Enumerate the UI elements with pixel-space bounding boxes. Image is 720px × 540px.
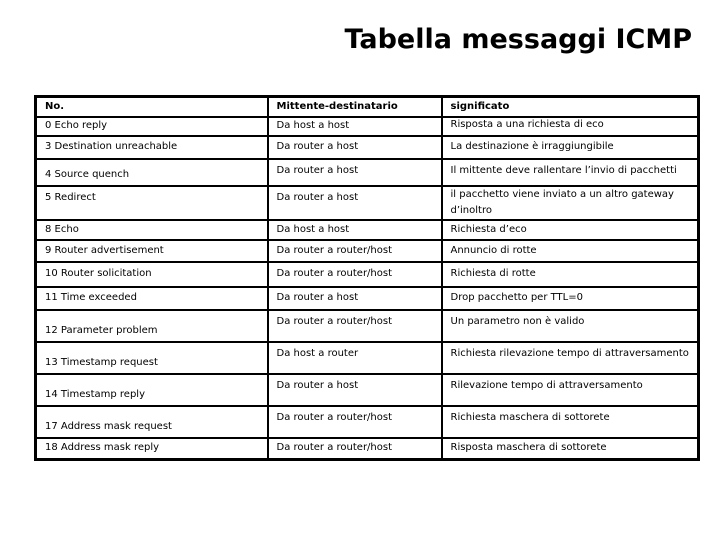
cell-meaning: Un parametro non è valido bbox=[440, 308, 700, 343]
cell-meaning: Richiesta rilevazione tempo di attravers… bbox=[440, 340, 700, 375]
cell-direction: Da host a router bbox=[266, 340, 443, 375]
cell-direction: Da router a router/host bbox=[266, 260, 443, 288]
cell-type: 18 Address mask reply bbox=[34, 436, 269, 461]
cell-meaning: Richiesta di rotte bbox=[440, 260, 700, 288]
table-row: 13 Timestamp request Da host a router Ri… bbox=[34, 340, 700, 375]
table-row: 9 Router advertisement Da router a route… bbox=[34, 238, 700, 263]
cell-meaning: Il mittente deve rallentare l’invio di p… bbox=[440, 157, 700, 187]
cell-direction: Da router a host bbox=[266, 372, 443, 407]
cell-meaning-text: Rilevazione tempo di attraversamento bbox=[450, 379, 643, 391]
cell-type: 10 Router solicitation bbox=[34, 260, 269, 288]
cell-type-text: 5 Redirect bbox=[45, 191, 96, 203]
table-row: 5 Redirect Da router a host il pacchetto… bbox=[34, 184, 700, 221]
table-row: 10 Router solicitation Da router a route… bbox=[34, 260, 700, 288]
table-row: 14 Timestamp reply Da router a host Rile… bbox=[34, 372, 700, 407]
table-row: 18 Address mask reply Da router a router… bbox=[34, 436, 700, 461]
cell-direction: Da router a router/host bbox=[266, 308, 443, 343]
cell-meaning: Rilevazione tempo di attraversamento bbox=[440, 372, 700, 407]
cell-type: 4 Source quench bbox=[34, 157, 269, 187]
cell-direction-text: Da router a host bbox=[276, 164, 359, 176]
cell-type: 0 Echo reply bbox=[34, 115, 269, 137]
cell-type: 8 Echo bbox=[34, 218, 269, 241]
table-row: 8 Echo Da host a host Richiesta d’eco bbox=[34, 218, 700, 241]
cell-type: 17 Address mask request bbox=[34, 404, 269, 439]
cell-type: 13 Timestamp request bbox=[34, 340, 269, 375]
cell-direction: Da router a router/host bbox=[266, 238, 443, 263]
table-row: 4 Source quench Da router a host Il mitt… bbox=[34, 157, 700, 187]
table-row: 11 Time exceeded Da router a host Drop p… bbox=[34, 285, 700, 311]
cell-meaning-text: Richiesta maschera di sottorete bbox=[450, 411, 610, 423]
cell-direction: Da router a host bbox=[266, 134, 443, 160]
page-title: Tabella messaggi ICMP bbox=[344, 24, 692, 55]
cell-direction: Da router a router/host bbox=[266, 436, 443, 461]
cell-direction: Da host a host bbox=[266, 218, 443, 241]
cell-meaning: Annuncio di rotte bbox=[440, 238, 700, 263]
cell-type: 12 Parameter problem bbox=[34, 308, 269, 343]
cell-type: 9 Router advertisement bbox=[34, 238, 269, 263]
table-row: 3 Destination unreachable Da router a ho… bbox=[34, 134, 700, 160]
table-header-row: No. Mittente-destinatario significato bbox=[34, 95, 700, 118]
table-row: 0 Echo reply Da host a host Risposta a u… bbox=[34, 115, 700, 137]
cell-meaning: Drop pacchetto per TTL=0 bbox=[440, 285, 700, 311]
cell-type: 14 Timestamp reply bbox=[34, 372, 269, 407]
cell-meaning: Richiesta maschera di sottorete bbox=[440, 404, 700, 439]
cell-meaning-text: Un parametro non è valido bbox=[450, 315, 585, 327]
cell-meaning: Richiesta d’eco bbox=[440, 218, 700, 241]
header-sender-recipient: Mittente-destinatario bbox=[266, 95, 443, 118]
icmp-messages-table: No. Mittente-destinatario significato 0 … bbox=[34, 95, 700, 461]
cell-type: 3 Destination unreachable bbox=[34, 134, 269, 160]
cell-direction: Da router a host bbox=[266, 157, 443, 187]
table-row: 17 Address mask request Da router a rout… bbox=[34, 404, 700, 439]
cell-direction-text: Da router a host bbox=[276, 191, 359, 203]
cell-direction-text: Da host a router bbox=[276, 347, 359, 359]
cell-direction: Da host a host bbox=[266, 115, 443, 137]
cell-meaning: Risposta maschera di sottorete bbox=[440, 436, 700, 461]
cell-meaning: il pacchetto viene inviato a un altro ga… bbox=[440, 184, 700, 221]
cell-direction: Da router a host bbox=[266, 184, 443, 221]
cell-direction-text: Da router a router/host bbox=[276, 315, 393, 327]
cell-type: 11 Time exceeded bbox=[34, 285, 269, 311]
cell-meaning: Risposta a una richiesta di eco bbox=[440, 115, 700, 137]
cell-meaning-text: Richiesta rilevazione tempo di attravers… bbox=[450, 347, 689, 359]
cell-type: 5 Redirect bbox=[34, 184, 269, 221]
table-row: 12 Parameter problem Da router a router/… bbox=[34, 308, 700, 343]
cell-direction-text: Da router a router/host bbox=[276, 411, 393, 423]
cell-meaning-text: Il mittente deve rallentare l’invio di p… bbox=[450, 164, 677, 176]
cell-meaning: La destinazione è irraggiungibile bbox=[440, 134, 700, 160]
cell-direction: Da router a host bbox=[266, 285, 443, 311]
cell-direction-text: Da router a host bbox=[276, 379, 359, 391]
header-meaning: significato bbox=[440, 95, 700, 118]
header-number: No. bbox=[34, 95, 269, 118]
cell-direction: Da router a router/host bbox=[266, 404, 443, 439]
